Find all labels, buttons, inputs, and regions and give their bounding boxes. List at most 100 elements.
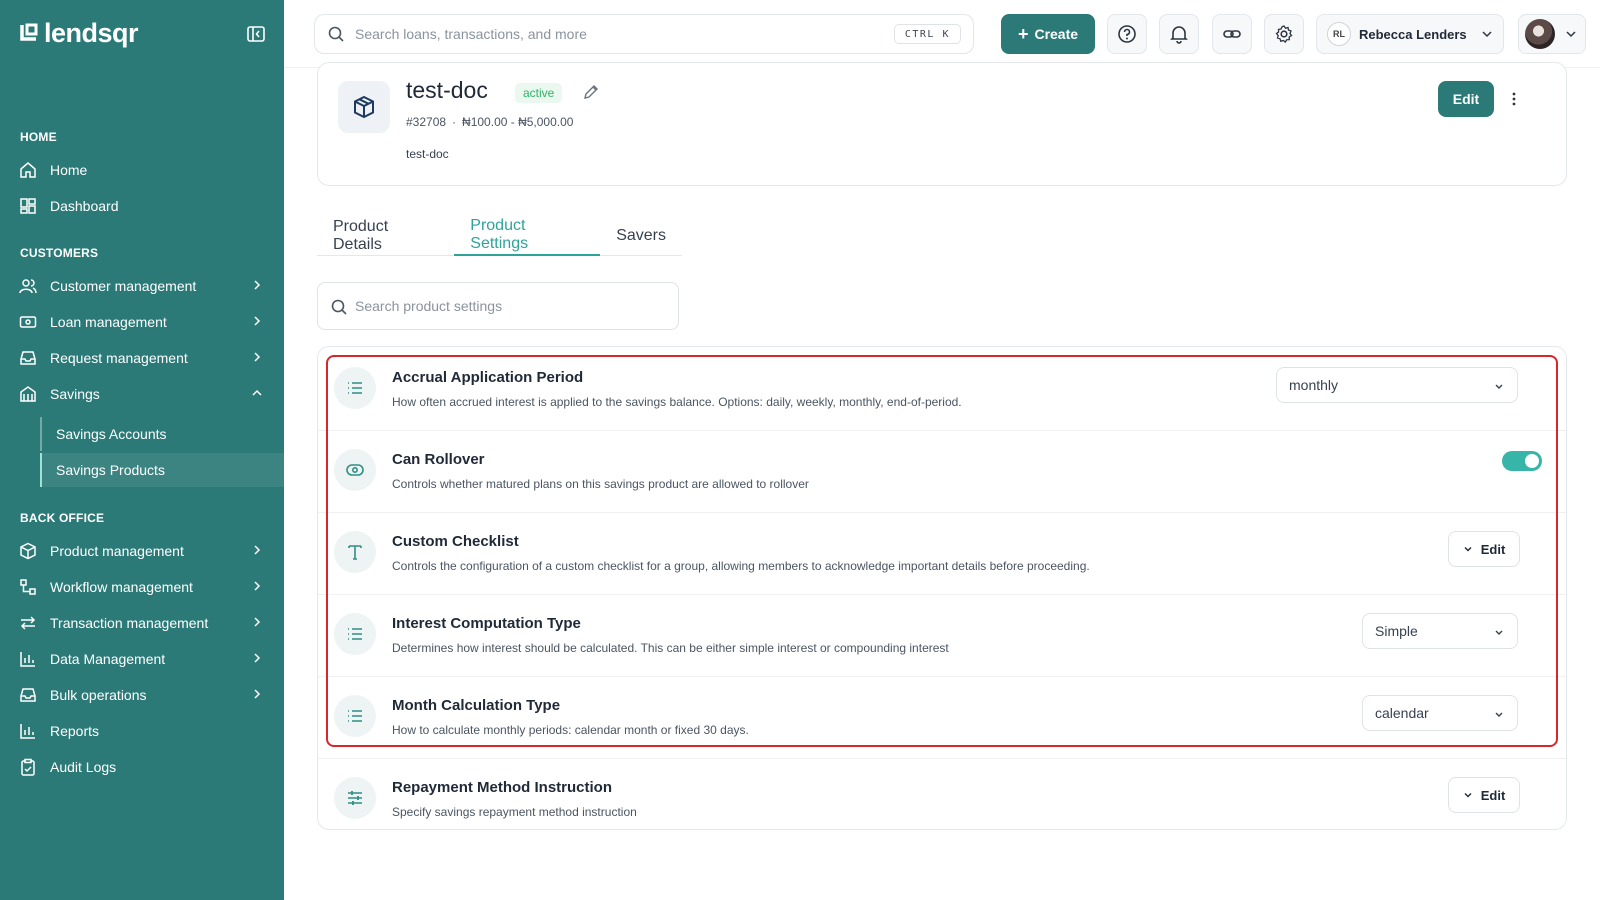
select-value: monthly — [1289, 377, 1339, 393]
product-meta: #32708 · ₦100.00 - ₦5,000.00 — [406, 115, 573, 129]
notifications-button[interactable] — [1159, 14, 1199, 54]
chevron-down-icon — [1495, 384, 1503, 389]
users-icon — [18, 276, 38, 296]
sidebar-item-dashboard[interactable]: Dashboard — [0, 189, 284, 223]
org-name: Rebecca Lenders — [1359, 26, 1467, 42]
create-button[interactable]: + Create — [1001, 14, 1095, 54]
sidebar-item-label: Home — [50, 162, 88, 178]
sidebar-item-label: Workflow management — [50, 579, 193, 595]
setting-title: Accrual Application Period — [392, 369, 584, 386]
sidebar-item-customer-management[interactable]: Customer management — [0, 269, 284, 303]
settings-search-input[interactable]: Search product settings — [317, 282, 679, 330]
can-rollover-toggle[interactable] — [1502, 451, 1542, 471]
toggle-icon — [334, 449, 376, 491]
home-icon — [18, 160, 38, 180]
setting-row-accrual-application-period: Accrual Application Period How often acc… — [318, 351, 1566, 431]
sidebar-item-label: Transaction management — [50, 615, 209, 631]
tab-product-details[interactable]: Product Details — [317, 216, 454, 256]
chevron-right-icon — [254, 581, 261, 591]
user-menu-button[interactable] — [1518, 14, 1586, 54]
setting-title: Repayment Method Instruction — [392, 779, 613, 796]
sidebar-subitem-savings-accounts[interactable]: Savings Accounts — [40, 417, 284, 451]
logo-text: lendsqr — [44, 18, 139, 48]
sidebar-item-loan-management[interactable]: Loan management — [0, 305, 284, 339]
sidebar-item-label: Loan management — [50, 314, 167, 330]
setting-description: How to calculate monthly periods: calend… — [392, 723, 749, 737]
setting-title: Can Rollover — [392, 451, 485, 468]
chevron-right-icon — [254, 689, 261, 699]
sidebar-item-data-management[interactable]: Data Management — [0, 642, 284, 676]
setting-title: Month Calculation Type — [392, 697, 561, 714]
accrual-period-select[interactable]: monthly — [1276, 367, 1518, 403]
inbox-icon — [18, 685, 38, 705]
setting-description: Controls whether matured plans on this s… — [392, 477, 809, 491]
bell-icon — [1170, 26, 1188, 44]
sidebar-subitem-savings-products[interactable]: Savings Products — [40, 453, 284, 487]
sidebar-item-audit-logs[interactable]: Audit Logs — [0, 750, 284, 784]
edit-label: Edit — [1480, 787, 1506, 803]
help-icon — [1118, 25, 1136, 43]
sidebar-item-label: Customer management — [50, 278, 197, 294]
setting-row-interest-computation-type: Interest Computation Type Determines how… — [318, 597, 1566, 677]
link-button[interactable] — [1212, 14, 1252, 54]
settings-button[interactable] — [1264, 14, 1304, 54]
more-options-icon[interactable] — [1504, 83, 1524, 115]
product-description: test-doc — [406, 147, 449, 161]
select-value: Simple — [1375, 623, 1418, 639]
app-logo[interactable]: lendsqr — [20, 18, 139, 49]
select-value: calendar — [1375, 705, 1429, 721]
sidebar-item-transaction-management[interactable]: Transaction management — [0, 606, 284, 640]
help-button[interactable] — [1107, 14, 1147, 54]
month-calculation-select[interactable]: calendar — [1362, 695, 1518, 731]
tab-savers[interactable]: Savers — [600, 216, 682, 256]
repayment-method-edit-button[interactable]: Edit — [1448, 777, 1520, 813]
sidebar-item-reports[interactable]: Reports — [0, 714, 284, 748]
clipboard-icon — [18, 757, 38, 777]
sidebar-item-label: Request management — [50, 350, 188, 366]
tab-product-settings[interactable]: Product Settings — [454, 216, 601, 256]
keyboard-shortcut-badge: CTRL K — [893, 24, 961, 44]
dashboard-icon — [18, 196, 38, 216]
savings-icon — [18, 384, 38, 404]
transfer-icon — [18, 613, 38, 633]
gear-icon — [1275, 25, 1293, 43]
status-badge: active — [515, 83, 563, 103]
main-content: test-doc active #32708 · ₦100.00 - ₦5,00… — [284, 62, 1600, 900]
organization-switcher[interactable]: RL Rebecca Lenders — [1316, 14, 1504, 54]
section-title-customers: CUSTOMERS — [20, 246, 99, 260]
cash-icon — [18, 312, 38, 332]
list-icon — [334, 613, 376, 655]
collapse-sidebar-icon[interactable] — [246, 24, 266, 44]
sidebar-item-bulk-operations[interactable]: Bulk operations — [0, 678, 284, 712]
custom-checklist-edit-button[interactable]: Edit — [1448, 531, 1520, 567]
sidebar-item-product-management[interactable]: Product management — [0, 534, 284, 568]
sidebar-item-label: Savings — [50, 386, 100, 402]
chevron-down-icon — [1566, 31, 1576, 38]
setting-row-can-rollover: Can Rollover Controls whether matured pl… — [318, 433, 1566, 513]
setting-row-custom-checklist: Custom Checklist Controls the configurat… — [318, 515, 1566, 595]
chevron-right-icon — [254, 280, 261, 290]
section-title-back-office: BACK OFFICE — [20, 511, 105, 525]
box-icon — [18, 541, 38, 561]
sidebar-item-savings[interactable]: Savings — [0, 377, 284, 411]
sidebar-item-workflow-management[interactable]: Workflow management — [0, 570, 284, 604]
settings-search-placeholder: Search product settings — [355, 298, 503, 314]
meta-separator: · — [452, 115, 457, 129]
sliders-icon — [334, 777, 376, 819]
sidebar-item-home[interactable]: Home — [0, 153, 284, 187]
sidebar-item-label: Data Management — [50, 651, 166, 667]
pencil-icon[interactable] — [582, 83, 600, 101]
chevron-down-icon — [1464, 547, 1472, 552]
global-search-input[interactable]: Search loans, transactions, and more CTR… — [314, 14, 974, 54]
interest-computation-select[interactable]: Simple — [1362, 613, 1518, 649]
search-placeholder: Search loans, transactions, and more — [355, 26, 587, 42]
setting-description: Specify savings repayment method instruc… — [392, 805, 637, 819]
org-initials-badge: RL — [1327, 22, 1351, 46]
setting-description: Controls the configuration of a custom c… — [392, 559, 1090, 573]
edit-product-button[interactable]: Edit — [1438, 81, 1494, 117]
sidebar-item-request-management[interactable]: Request management — [0, 341, 284, 375]
settings-list: Accrual Application Period How often acc… — [317, 346, 1567, 830]
sidebar-item-label: Audit Logs — [50, 759, 117, 775]
inbox-icon — [18, 348, 38, 368]
sidebar-item-label: Dashboard — [50, 198, 119, 214]
